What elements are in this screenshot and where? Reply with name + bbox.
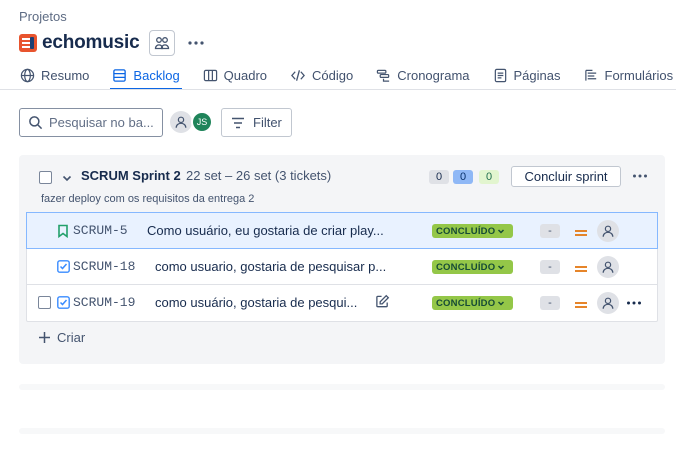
tab-label: Quadro [223,67,268,83]
pencil-icon [376,294,390,308]
tab-label: Formulários [604,67,674,83]
project-tabs: Resumo Backlog Quadro Código Cronograma … [19,62,676,90]
issue-summary[interactable]: Como usuário, eu gostaria de criar play.… [147,223,397,238]
avatar-js[interactable]: JS [191,111,213,133]
issue-summary[interactable]: como usuario, gostaria de pesquisar p... [155,259,397,274]
chevron-down-icon [62,175,72,182]
story-points-badge[interactable]: - [540,260,560,274]
create-issue-button[interactable]: Criar [38,330,85,345]
tabs-divider [0,89,676,90]
issue-summary[interactable]: como usuário, gostaria de pesqui... [155,295,369,310]
create-label: Criar [57,330,86,345]
sprint-more-button[interactable] [631,167,649,185]
priority-medium-icon [574,297,588,315]
issue-key[interactable]: SCRUM-19 [73,295,135,310]
story-points-badge[interactable]: - [540,296,560,310]
status-label: CONCLUÍDO [436,225,496,237]
project-more-button[interactable] [185,32,207,54]
status-label: CONCLUÍDO [436,261,496,273]
tab-resumo[interactable]: Resumo [19,62,90,88]
globe-icon [20,68,35,82]
count-in-progress-badge: 0 [453,170,473,184]
complete-sprint-button[interactable]: Concluir sprint [511,166,621,187]
issue-key[interactable]: SCRUM-5 [73,223,128,238]
tab-label: Páginas [513,67,561,83]
person-icon [175,116,187,128]
board-icon [203,69,217,81]
assignee-avatar[interactable] [597,220,619,242]
team-button[interactable] [149,30,176,56]
sprint-dates[interactable]: 22 set – 26 set (3 tickets) [186,168,331,183]
issue-more-button[interactable] [625,294,643,312]
task-icon [57,260,70,278]
search-input-box[interactable] [19,108,163,137]
filter-label: Filter [253,115,282,130]
edit-summary-button[interactable] [375,294,390,314]
story-points-badge[interactable]: - [540,224,560,238]
loading-placeholder [19,428,665,434]
project-title: echomusic [42,32,140,53]
backlog-icon [113,68,127,82]
person-icon [602,261,614,273]
tab-label: Resumo [41,67,90,83]
filter-button[interactable]: Filter [221,108,292,137]
people-icon [155,37,170,50]
tab-quadro[interactable]: Quadro [202,62,268,88]
tab-label: Backlog [133,67,180,83]
person-icon [602,297,614,309]
task-icon [57,296,70,314]
avatar-unassigned[interactable] [170,111,192,133]
breadcrumb[interactable]: Projetos [19,9,67,24]
person-icon [602,225,614,237]
issue-row[interactable]: SCRUM-19 como usuário, gostaria de pesqu… [27,285,657,321]
priority-medium-icon [574,225,588,243]
forms-icon [584,69,596,81]
tab-backlog[interactable]: Backlog [110,62,182,90]
tab-formularios[interactable]: Formulários [583,62,675,88]
tab-codigo[interactable]: Código [289,62,354,88]
search-input[interactable] [49,115,159,130]
tab-paginas[interactable]: Páginas [492,62,562,88]
assignee-avatar[interactable] [597,256,619,278]
pages-icon [494,68,506,82]
status-lozenge[interactable]: CONCLUÍDO [432,224,513,238]
code-icon [291,69,306,81]
sprint-goal: fazer deploy com os requisitos da entreg… [41,193,255,205]
status-label: CONCLUÍDO [436,297,496,309]
more-horizontal-icon [188,41,205,45]
chevron-down-icon [498,229,505,234]
assignee-avatar[interactable] [597,292,619,314]
plus-icon [39,332,50,343]
sprint-name: SCRUM Sprint 2 [81,168,181,183]
tab-label: Cronograma [397,67,470,83]
status-lozenge[interactable]: CONCLUÍDO [432,260,513,274]
tab-cronograma[interactable]: Cronograma [375,62,470,88]
count-done-badge: 0 [479,170,499,184]
chevron-down-icon [498,265,505,270]
sprint-checkbox[interactable] [39,171,52,184]
story-icon [57,224,69,243]
issue-row[interactable]: SCRUM-5 Como usuário, eu gostaria de cri… [26,212,658,249]
search-icon [29,116,43,130]
project-logo-icon [19,34,37,52]
issue-list: SCRUM-5 Como usuário, eu gostaria de cri… [26,212,658,322]
issue-key[interactable]: SCRUM-18 [73,259,135,274]
chevron-down-icon [498,301,505,306]
issue-row[interactable]: SCRUM-18 como usuario, gostaria de pesqu… [27,249,657,285]
project-header: echomusic [19,30,207,56]
filter-icon [232,117,244,128]
status-lozenge[interactable]: CONCLUÍDO [432,296,513,310]
loading-placeholder [19,384,665,390]
sprint-collapse-button[interactable] [61,171,73,189]
count-todo-badge: 0 [429,170,449,184]
issue-checkbox[interactable] [38,296,51,309]
tab-label: Código [312,67,354,83]
priority-medium-icon [574,261,588,279]
sprint-container: SCRUM Sprint 2 22 set – 26 set (3 ticket… [19,155,665,364]
more-horizontal-icon [633,174,647,178]
more-horizontal-icon [627,301,641,305]
timeline-icon [377,69,390,82]
